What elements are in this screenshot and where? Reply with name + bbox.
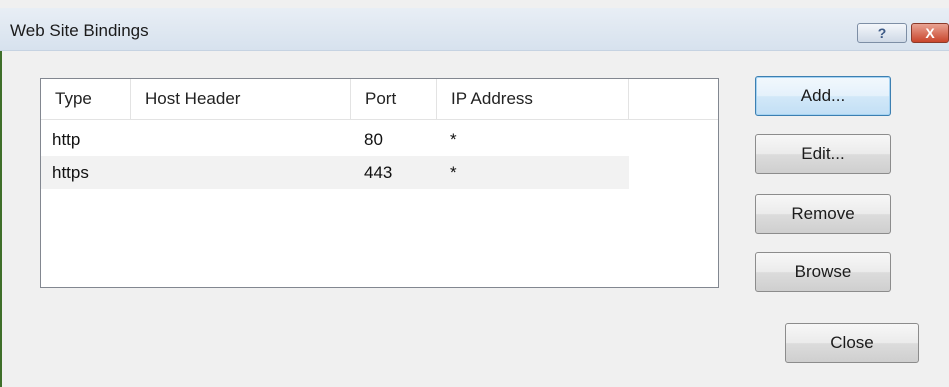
add-button[interactable]: Add... bbox=[755, 76, 891, 116]
column-header-ip-address[interactable]: IP Address bbox=[437, 79, 629, 119]
column-header-port[interactable]: Port bbox=[351, 79, 437, 119]
column-header-type[interactable]: Type bbox=[41, 79, 131, 119]
help-button[interactable]: ? bbox=[857, 23, 907, 43]
cell-type: https bbox=[52, 162, 89, 182]
column-header-filler bbox=[629, 79, 718, 119]
web-site-bindings-dialog: Web Site Bindings ? X Type Host Header P… bbox=[0, 0, 949, 387]
cell-ip-address: * bbox=[450, 129, 457, 149]
window-close-button[interactable]: X bbox=[911, 23, 949, 43]
browse-button[interactable]: Browse bbox=[755, 252, 891, 292]
list-header: Type Host Header Port IP Address bbox=[41, 79, 718, 120]
cell-port: 80 bbox=[364, 129, 383, 149]
edit-button[interactable]: Edit... bbox=[755, 134, 891, 174]
title-bar: Web Site Bindings ? X bbox=[0, 8, 949, 51]
close-icon: X bbox=[925, 25, 935, 41]
help-icon: ? bbox=[877, 25, 887, 41]
remove-button[interactable]: Remove bbox=[755, 194, 891, 234]
column-header-host-header[interactable]: Host Header bbox=[131, 79, 351, 119]
close-button[interactable]: Close bbox=[785, 323, 919, 363]
cell-type: http bbox=[52, 129, 81, 149]
table-row[interactable]: http 80 * bbox=[41, 123, 629, 156]
dialog-content: Type Host Header Port IP Address http 80… bbox=[2, 51, 949, 387]
cell-ip-address: * bbox=[450, 162, 457, 182]
window-title: Web Site Bindings bbox=[10, 21, 149, 40]
cell-port: 443 bbox=[364, 162, 393, 182]
table-row[interactable]: https 443 * bbox=[41, 156, 629, 189]
bindings-list[interactable]: Type Host Header Port IP Address http 80… bbox=[40, 78, 719, 288]
